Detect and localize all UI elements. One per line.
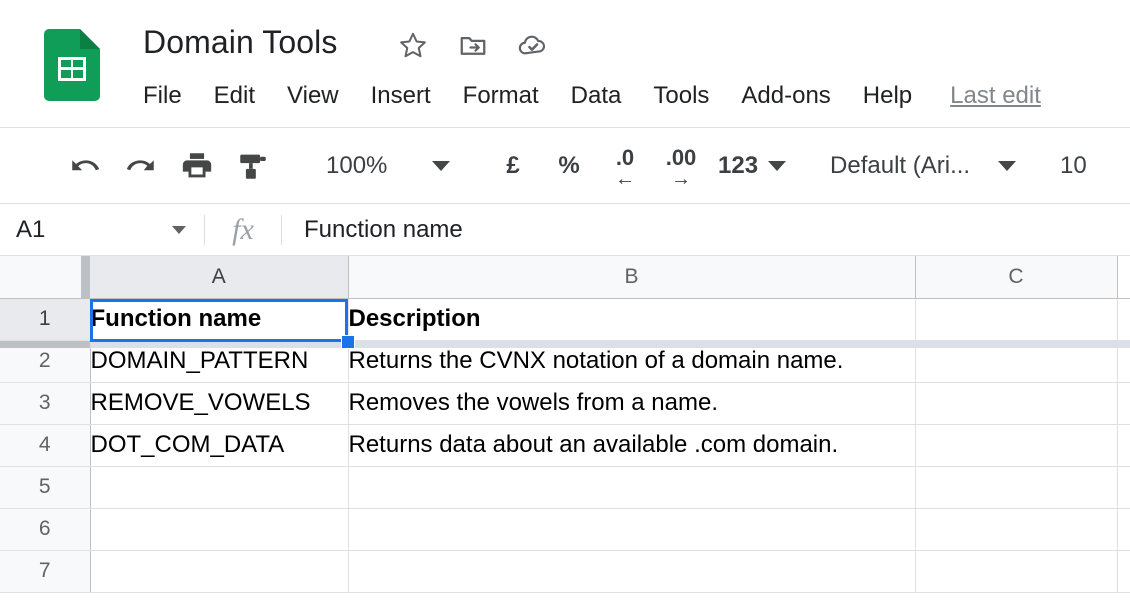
- menu-item-help[interactable]: Help: [847, 78, 928, 114]
- menu-bar: File Edit View Insert Format Data Tools …: [143, 78, 1041, 114]
- cell-pad-7: [1117, 550, 1130, 593]
- table-row: 3 REMOVE_VOWELS Removes the vowels from …: [0, 382, 1130, 425]
- select-all-corner[interactable]: [0, 256, 90, 299]
- column-header-c[interactable]: C: [915, 256, 1118, 299]
- zoom-value: 100%: [326, 151, 388, 179]
- table-row: 1 Function name Description: [0, 298, 1130, 341]
- column-header-pad: [1117, 256, 1130, 299]
- cell-pad-2: [1117, 340, 1130, 383]
- cell-A4[interactable]: DOT_COM_DATA: [90, 424, 349, 467]
- menu-item-format[interactable]: Format: [447, 78, 555, 114]
- increase-decimal-icon: .00 →: [658, 143, 704, 189]
- chevron-down-icon: [432, 160, 450, 171]
- increase-decimal-button[interactable]: .00 →: [658, 143, 704, 189]
- column-header-row: A B C: [0, 256, 1130, 299]
- cell-B5[interactable]: [348, 466, 916, 509]
- row-header-7[interactable]: 7: [0, 550, 91, 593]
- column-header-b[interactable]: B: [348, 256, 916, 299]
- undo-icon[interactable]: [62, 143, 108, 189]
- menu-item-insert[interactable]: Insert: [355, 78, 447, 114]
- grid-table: A B C 1 Function name Description 2 DOMA…: [0, 256, 1130, 593]
- cloud-saved-icon[interactable]: [516, 28, 550, 62]
- cell-B7[interactable]: [348, 550, 916, 593]
- cell-C7[interactable]: [915, 550, 1118, 593]
- app-header: Domain Tools File Edit View Insert Forma…: [0, 0, 1130, 128]
- cell-C5[interactable]: [915, 466, 1118, 509]
- number-format-dropdown[interactable]: 123: [714, 143, 790, 189]
- chevron-down-icon: [172, 225, 186, 234]
- formula-bar: A1 fx Function name: [0, 204, 1130, 256]
- row-header-1[interactable]: 1: [0, 298, 91, 341]
- cell-A2[interactable]: DOMAIN_PATTERN: [90, 340, 349, 383]
- cell-A1[interactable]: Function name: [90, 298, 349, 341]
- star-icon[interactable]: [396, 28, 430, 62]
- font-size-value: 10: [1060, 151, 1087, 179]
- cell-C4[interactable]: [915, 424, 1118, 467]
- formula-input[interactable]: Function name: [282, 216, 1130, 244]
- print-icon[interactable]: [174, 143, 220, 189]
- row-header-2[interactable]: 2: [0, 340, 91, 383]
- decrease-decimal-arrow: ←: [615, 167, 635, 190]
- currency-format-button[interactable]: £: [490, 143, 536, 189]
- table-row: 5: [0, 466, 1130, 509]
- cell-C2[interactable]: [915, 340, 1118, 383]
- font-family-value: Default (Ari...: [830, 151, 971, 179]
- decrease-decimal-button[interactable]: .0 ←: [602, 143, 648, 189]
- name-box-value: A1: [16, 215, 46, 243]
- cell-A6[interactable]: [90, 508, 349, 551]
- redo-icon[interactable]: [118, 143, 164, 189]
- row-header-5[interactable]: 5: [0, 466, 91, 509]
- cell-A5[interactable]: [90, 466, 349, 509]
- zoom-dropdown[interactable]: 100%: [322, 143, 454, 189]
- menu-item-view[interactable]: View: [271, 78, 355, 114]
- spreadsheet-grid[interactable]: A B C 1 Function name Description 2 DOMA…: [0, 256, 1130, 607]
- cell-B1[interactable]: Description: [348, 298, 916, 341]
- table-row: 4 DOT_COM_DATA Returns data about an ava…: [0, 424, 1130, 467]
- increase-decimal-arrow: →: [671, 167, 691, 190]
- cell-B3[interactable]: Removes the vowels from a name.: [348, 382, 916, 425]
- chevron-down-icon: [768, 160, 787, 171]
- last-edit-link[interactable]: Last edit: [928, 82, 1041, 110]
- menu-item-data[interactable]: Data: [555, 78, 638, 114]
- row-header-6[interactable]: 6: [0, 508, 91, 551]
- cell-B4[interactable]: Returns data about an available .com dom…: [348, 424, 916, 467]
- column-header-a[interactable]: A: [90, 256, 349, 299]
- toolbar: 100% £ % .0 ← .00 → 123 Default (Ari... …: [0, 128, 1130, 204]
- column-selection-indicator: [81, 256, 90, 298]
- cell-C6[interactable]: [915, 508, 1118, 551]
- cell-A3[interactable]: REMOVE_VOWELS: [90, 382, 349, 425]
- cell-pad-4: [1117, 424, 1130, 467]
- cell-pad-1: [1117, 298, 1130, 341]
- name-box[interactable]: A1: [0, 204, 204, 255]
- paint-format-icon[interactable]: [230, 143, 276, 189]
- table-row: 7: [0, 550, 1130, 593]
- cell-pad-5: [1117, 466, 1130, 509]
- cell-B6[interactable]: [348, 508, 916, 551]
- font-size-dropdown[interactable]: 10: [1056, 143, 1130, 189]
- table-row: 6: [0, 508, 1130, 551]
- move-to-folder-icon[interactable]: [456, 28, 490, 62]
- fx-icon[interactable]: fx: [205, 204, 281, 255]
- cell-C1[interactable]: [915, 298, 1118, 341]
- cell-C3[interactable]: [915, 382, 1118, 425]
- decrease-decimal-icon: .0 ←: [602, 143, 648, 189]
- font-family-dropdown[interactable]: Default (Ari...: [826, 143, 1020, 189]
- table-row: 2 DOMAIN_PATTERN Returns the CVNX notati…: [0, 340, 1130, 383]
- number-format-label: 123: [718, 151, 759, 179]
- menu-item-add-ons[interactable]: Add-ons: [725, 78, 846, 114]
- google-sheets-logo: [44, 29, 100, 101]
- title-action-icons: [396, 28, 550, 62]
- menu-item-edit[interactable]: Edit: [198, 78, 271, 114]
- chevron-down-icon: [998, 160, 1017, 171]
- menu-item-tools[interactable]: Tools: [637, 78, 725, 114]
- menu-item-file[interactable]: File: [143, 78, 198, 114]
- document-title[interactable]: Domain Tools: [143, 24, 337, 61]
- cell-A7[interactable]: [90, 550, 349, 593]
- cell-pad-6: [1117, 508, 1130, 551]
- row-header-3[interactable]: 3: [0, 382, 91, 425]
- cell-B2[interactable]: Returns the CVNX notation of a domain na…: [348, 340, 916, 383]
- row-header-4[interactable]: 4: [0, 424, 91, 467]
- cell-pad-3: [1117, 382, 1130, 425]
- percent-format-button[interactable]: %: [546, 143, 592, 189]
